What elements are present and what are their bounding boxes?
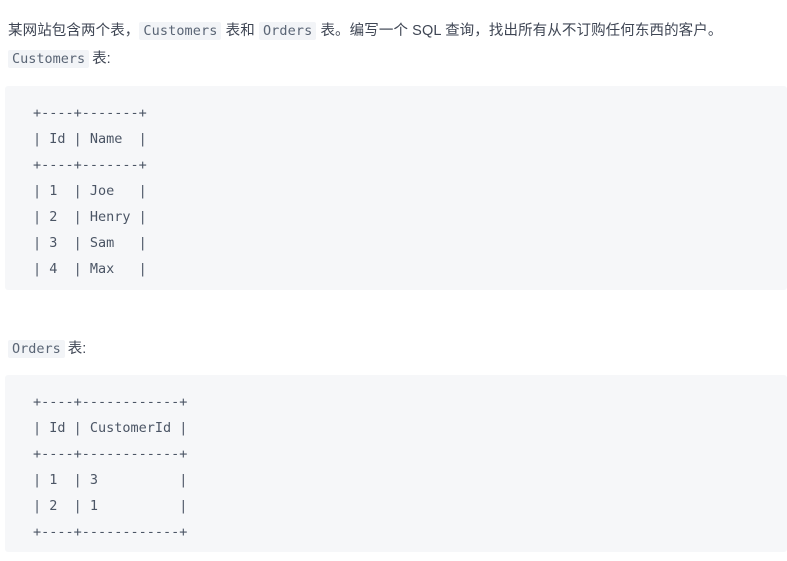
caption-orders: Orders 表:: [8, 338, 86, 360]
inline-code-orders: Orders: [258, 21, 317, 40]
intro-text-part3: 表。编写一个 SQL 查询，找出所有从不订购任何东西的客户。: [316, 22, 723, 39]
intro-paragraph: 某网站包含两个表， Customers 表和 Orders 表。编写一个 SQL …: [8, 20, 787, 42]
intro-text-part2: 表和: [221, 22, 259, 39]
inline-code-customers: Customers: [139, 21, 222, 40]
caption-suffix-customers: 表:: [92, 51, 111, 67]
caption-customers: Customers 表:: [8, 48, 111, 70]
caption-code-customers: Customers: [8, 50, 90, 68]
code-block-customers-table: +----+-------+ | Id | Name | +----+-----…: [5, 86, 787, 290]
code-block-orders-table: +----+------------+ | Id | CustomerId | …: [5, 375, 787, 552]
caption-code-orders: Orders: [8, 340, 65, 358]
intro-text-part1: 某网站包含两个表，: [8, 22, 140, 39]
document-page: 某网站包含两个表， Customers 表和 Orders 表。编写一个 SQL …: [0, 0, 787, 561]
caption-suffix-orders: 表:: [67, 341, 87, 357]
